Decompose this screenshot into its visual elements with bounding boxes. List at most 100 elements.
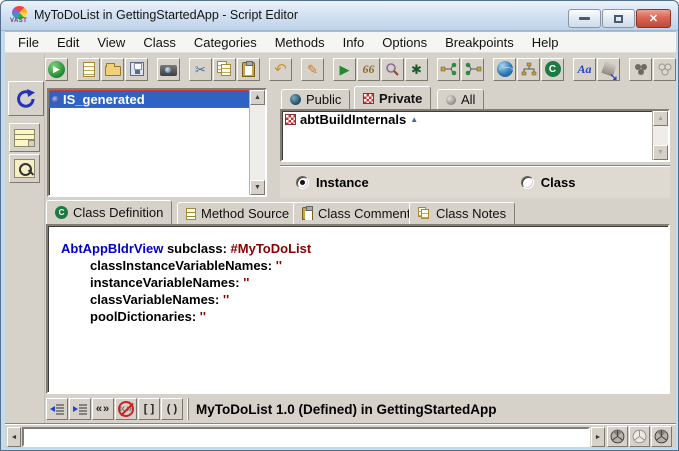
ungroup-button[interactable] — [653, 58, 676, 81]
close-button[interactable]: ✕ — [636, 9, 671, 28]
menu-view[interactable]: View — [88, 33, 134, 52]
tab-public[interactable]: Public — [281, 89, 350, 109]
public-icon — [290, 94, 301, 105]
search-button[interactable] — [381, 58, 404, 81]
new-button[interactable] — [77, 58, 100, 81]
process-lamp-button[interactable] — [607, 426, 628, 447]
group-button[interactable] — [629, 58, 652, 81]
minimize-button[interactable] — [568, 9, 601, 28]
message-scroll-right-button[interactable]: ► — [591, 427, 605, 447]
process-lamp-button[interactable] — [629, 426, 650, 447]
magnifier-icon — [385, 62, 400, 77]
browse-senders-button[interactable]: 66 — [357, 58, 380, 81]
message-scroll-left-button[interactable]: ◄ — [7, 427, 21, 447]
separator — [5, 423, 676, 425]
arrow-down-icon: ▼ — [254, 184, 261, 191]
tab-class-definition[interactable]: C Class Definition — [46, 200, 172, 224]
brackets-icon: [ ] — [144, 403, 154, 415]
class-radio[interactable]: Class — [521, 175, 576, 190]
open-button[interactable] — [101, 58, 124, 81]
outdent-button[interactable] — [46, 398, 68, 420]
indent-button[interactable] — [69, 398, 91, 420]
parts-scrollbar[interactable]: ▲ ▼ — [249, 90, 265, 195]
menu-file[interactable]: File — [9, 33, 48, 52]
comment-icon: «» — [96, 403, 110, 415]
debug-button[interactable]: ✱ — [405, 58, 428, 81]
message-field[interactable] — [22, 427, 590, 447]
snapshot-button[interactable] — [157, 58, 180, 81]
code-line: classVariableNames: '' — [61, 291, 668, 308]
code-line: poolDictionaries: '' — [61, 308, 668, 325]
save-icon — [130, 62, 144, 76]
save-button[interactable] — [125, 58, 148, 81]
format-button[interactable]: ↘ — [597, 58, 620, 81]
maximize-button[interactable] — [602, 9, 635, 28]
connect-to-button[interactable] — [461, 58, 484, 81]
run-button[interactable]: ▶ — [333, 58, 356, 81]
open-folder-icon — [105, 66, 121, 76]
script-editor-window: VAST MyToDoList in GettingStartedApp - S… — [0, 0, 679, 451]
pen-icon: ✎ — [307, 63, 318, 76]
web-button[interactable] — [493, 58, 516, 81]
outdent-icon — [50, 403, 65, 415]
menu-options[interactable]: Options — [373, 33, 436, 52]
menu-edit[interactable]: Edit — [48, 33, 88, 52]
menu-info[interactable]: Info — [334, 33, 374, 52]
lamp-icon — [610, 429, 625, 444]
tab-class-definition-label: Class Definition — [73, 205, 163, 220]
script-button[interactable] — [9, 123, 40, 152]
bug-icon: ✱ — [411, 63, 422, 76]
tab-class-notes-label: Class Notes — [436, 206, 506, 221]
menu-class[interactable]: Class — [134, 33, 185, 52]
instance-radio[interactable]: Instance — [296, 175, 369, 190]
list-item[interactable]: abtBuildInternals ▲ — [282, 111, 668, 128]
menu-categories[interactable]: Categories — [185, 33, 266, 52]
undo-button[interactable]: ↶ — [269, 58, 292, 81]
list-item[interactable]: IS_generated — [49, 90, 265, 108]
uncomment-button[interactable]: «» — [115, 398, 137, 420]
menu-breakpoints[interactable]: Breakpoints — [436, 33, 523, 52]
tab-method-source[interactable]: Method Source — [177, 202, 298, 224]
private-icon — [363, 93, 374, 104]
refresh-view-button[interactable] — [8, 81, 44, 116]
edit-pen-button[interactable]: ✎ — [301, 58, 324, 81]
paste-button[interactable] — [237, 58, 260, 81]
class-notes-icon — [418, 207, 431, 220]
menu-bar: File Edit View Class Categories Methods … — [5, 32, 676, 53]
cut-button[interactable]: ✂ — [189, 58, 212, 81]
process-lamp-button[interactable] — [651, 426, 672, 447]
message-bar: ◄ ► — [5, 426, 676, 448]
close-icon: ✕ — [649, 12, 658, 25]
tab-private[interactable]: Private — [354, 86, 431, 109]
execute-button[interactable]: ▶ — [45, 58, 68, 81]
globe-icon — [497, 61, 513, 77]
brackets-button[interactable]: [ ] — [138, 398, 160, 420]
parentheses-button[interactable]: ( ) — [161, 398, 183, 420]
tab-all[interactable]: All — [437, 89, 484, 109]
scroll-down-button[interactable]: ▼ — [250, 180, 265, 195]
hierarchy-icon — [521, 62, 537, 76]
copy-icon — [217, 61, 233, 77]
tab-class-notes[interactable]: Class Notes — [409, 202, 515, 224]
title-bar[interactable]: VAST MyToDoList in GettingStartedApp - S… — [1, 1, 678, 31]
categories-scrollbar[interactable]: ▲ ▼ — [652, 111, 668, 160]
menu-methods[interactable]: Methods — [266, 33, 334, 52]
comment-button[interactable]: «» — [92, 398, 114, 420]
scroll-up-button[interactable]: ▲ — [653, 111, 668, 126]
inspect-button[interactable] — [9, 154, 40, 183]
categories-list[interactable]: abtBuildInternals ▲ ▲ ▼ — [280, 109, 670, 162]
code-editor[interactable]: AbtAppBldrView subclass: #MyToDoList cla… — [46, 224, 670, 394]
class-comment-icon — [302, 207, 313, 220]
scroll-down-button[interactable]: ▼ — [653, 145, 668, 160]
class-refresh-icon: C — [545, 61, 561, 77]
parts-list[interactable]: IS_generated ▲ ▼ — [47, 88, 267, 197]
reload-class-button[interactable]: C — [541, 58, 564, 81]
menu-help[interactable]: Help — [523, 33, 568, 52]
group-outline-icon — [657, 63, 673, 76]
connect-from-button[interactable] — [437, 58, 460, 81]
copy-button[interactable] — [213, 58, 236, 81]
hierarchy-button[interactable] — [517, 58, 540, 81]
font-button[interactable]: Aa — [573, 58, 596, 81]
tab-class-comment[interactable]: Class Comment — [293, 202, 419, 224]
scroll-up-button[interactable]: ▲ — [250, 90, 265, 105]
